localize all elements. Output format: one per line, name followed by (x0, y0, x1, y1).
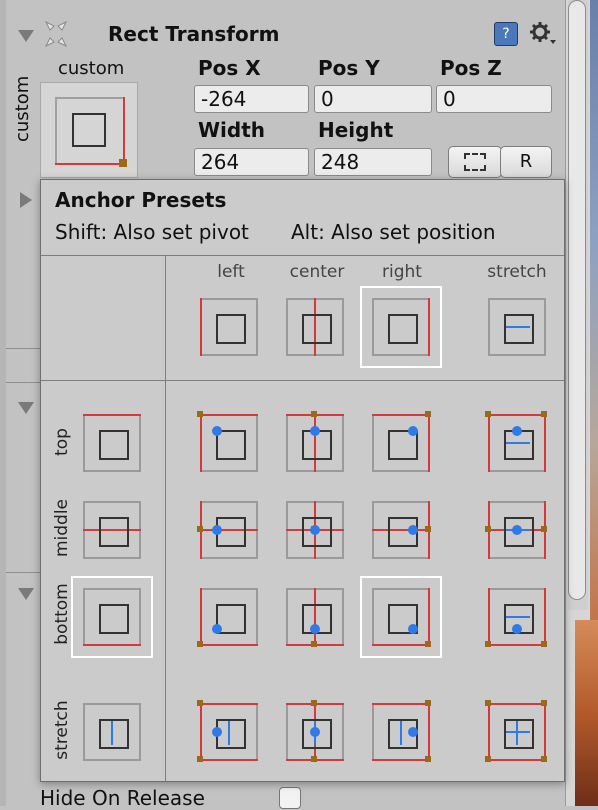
separator (6, 572, 40, 573)
preset-bottom-left[interactable] (197, 588, 258, 647)
move-arrows-icon[interactable] (38, 18, 74, 50)
preset-middle-right[interactable] (372, 501, 431, 559)
preset-middle-center[interactable] (286, 501, 344, 559)
row-header-middle: middle (52, 498, 72, 558)
width-label: Width (198, 118, 266, 142)
row-header-stretch: stretch (52, 700, 72, 760)
pos-x-label: Pos X (198, 56, 261, 80)
separator (6, 348, 40, 349)
component-title: Rect Transform (108, 22, 280, 46)
preset-stretch-center[interactable] (286, 700, 344, 762)
preset-left[interactable] (200, 298, 258, 356)
preset-stretch-left[interactable] (197, 700, 258, 762)
pos-y-label: Pos Y (318, 56, 380, 80)
preset-stretch-vertical[interactable] (83, 703, 141, 761)
row-header-bottom: bottom (52, 583, 72, 645)
preset-bottom-stretch[interactable] (485, 588, 547, 647)
raw-edit-button[interactable]: R (500, 146, 552, 178)
preset-top-stretch[interactable] (485, 411, 547, 472)
anchor-preset-button[interactable] (40, 82, 138, 178)
anchor-presets-popup: Anchor Presets Shift: Also set pivot Alt… (40, 179, 565, 782)
pos-z-label: Pos Z (440, 56, 502, 80)
col-header-right: right (382, 262, 422, 282)
hide-on-release-label: Hide On Release (40, 786, 205, 810)
help-book-icon[interactable]: ? (494, 22, 518, 46)
scrollbar-thumb[interactable] (568, 0, 586, 600)
foldout-collapsed-icon[interactable] (20, 192, 32, 208)
col-header-left: left (217, 262, 245, 282)
height-field[interactable]: 248 (314, 148, 432, 176)
preset-stretch-horizontal[interactable] (488, 298, 546, 356)
preset-right[interactable] (360, 286, 442, 368)
width-field[interactable]: 264 (194, 148, 309, 176)
alt-hint: Alt: Also set position (291, 220, 496, 244)
divider (41, 380, 564, 381)
preset-stretch-right[interactable] (372, 700, 431, 762)
preset-middle[interactable] (83, 501, 141, 559)
gear-icon[interactable] (528, 20, 558, 46)
preset-top[interactable] (83, 414, 141, 472)
pos-z-field[interactable]: 0 (436, 85, 552, 113)
pos-x-field[interactable]: -264 (194, 85, 309, 113)
dashed-rect-icon (464, 153, 486, 171)
popup-title: Anchor Presets (55, 188, 227, 212)
height-label: Height (318, 118, 394, 142)
pos-y-field[interactable]: 0 (314, 85, 432, 113)
preset-middle-stretch[interactable] (485, 501, 547, 559)
divider (41, 255, 564, 256)
preset-top-center[interactable] (286, 411, 344, 472)
divider (165, 255, 166, 781)
preset-top-left[interactable] (197, 411, 258, 472)
col-header-center: center (289, 262, 345, 282)
foldout-expanded-icon[interactable] (18, 402, 34, 414)
shift-hint: Shift: Also set pivot (55, 220, 249, 244)
foldout-expanded-icon[interactable] (18, 30, 34, 42)
preset-top-right[interactable] (372, 411, 431, 472)
preset-bottom-center[interactable] (286, 588, 344, 647)
anchor-label-side: custom (12, 75, 33, 142)
preset-center[interactable] (286, 298, 344, 356)
separator (6, 382, 40, 383)
preset-bottom[interactable] (71, 576, 153, 658)
scene-preview-strip-bottom (575, 620, 598, 806)
preset-stretch-stretch[interactable] (485, 700, 547, 762)
left-margin (0, 0, 6, 806)
anchor-label-top: custom (58, 58, 125, 79)
col-header-stretch: stretch (487, 262, 547, 282)
preset-bottom-right[interactable] (360, 576, 442, 658)
foldout-expanded-icon[interactable] (18, 588, 34, 600)
blueprint-mode-button[interactable] (448, 146, 502, 178)
row-header-top: top (52, 428, 72, 456)
preset-middle-left[interactable] (197, 501, 258, 559)
